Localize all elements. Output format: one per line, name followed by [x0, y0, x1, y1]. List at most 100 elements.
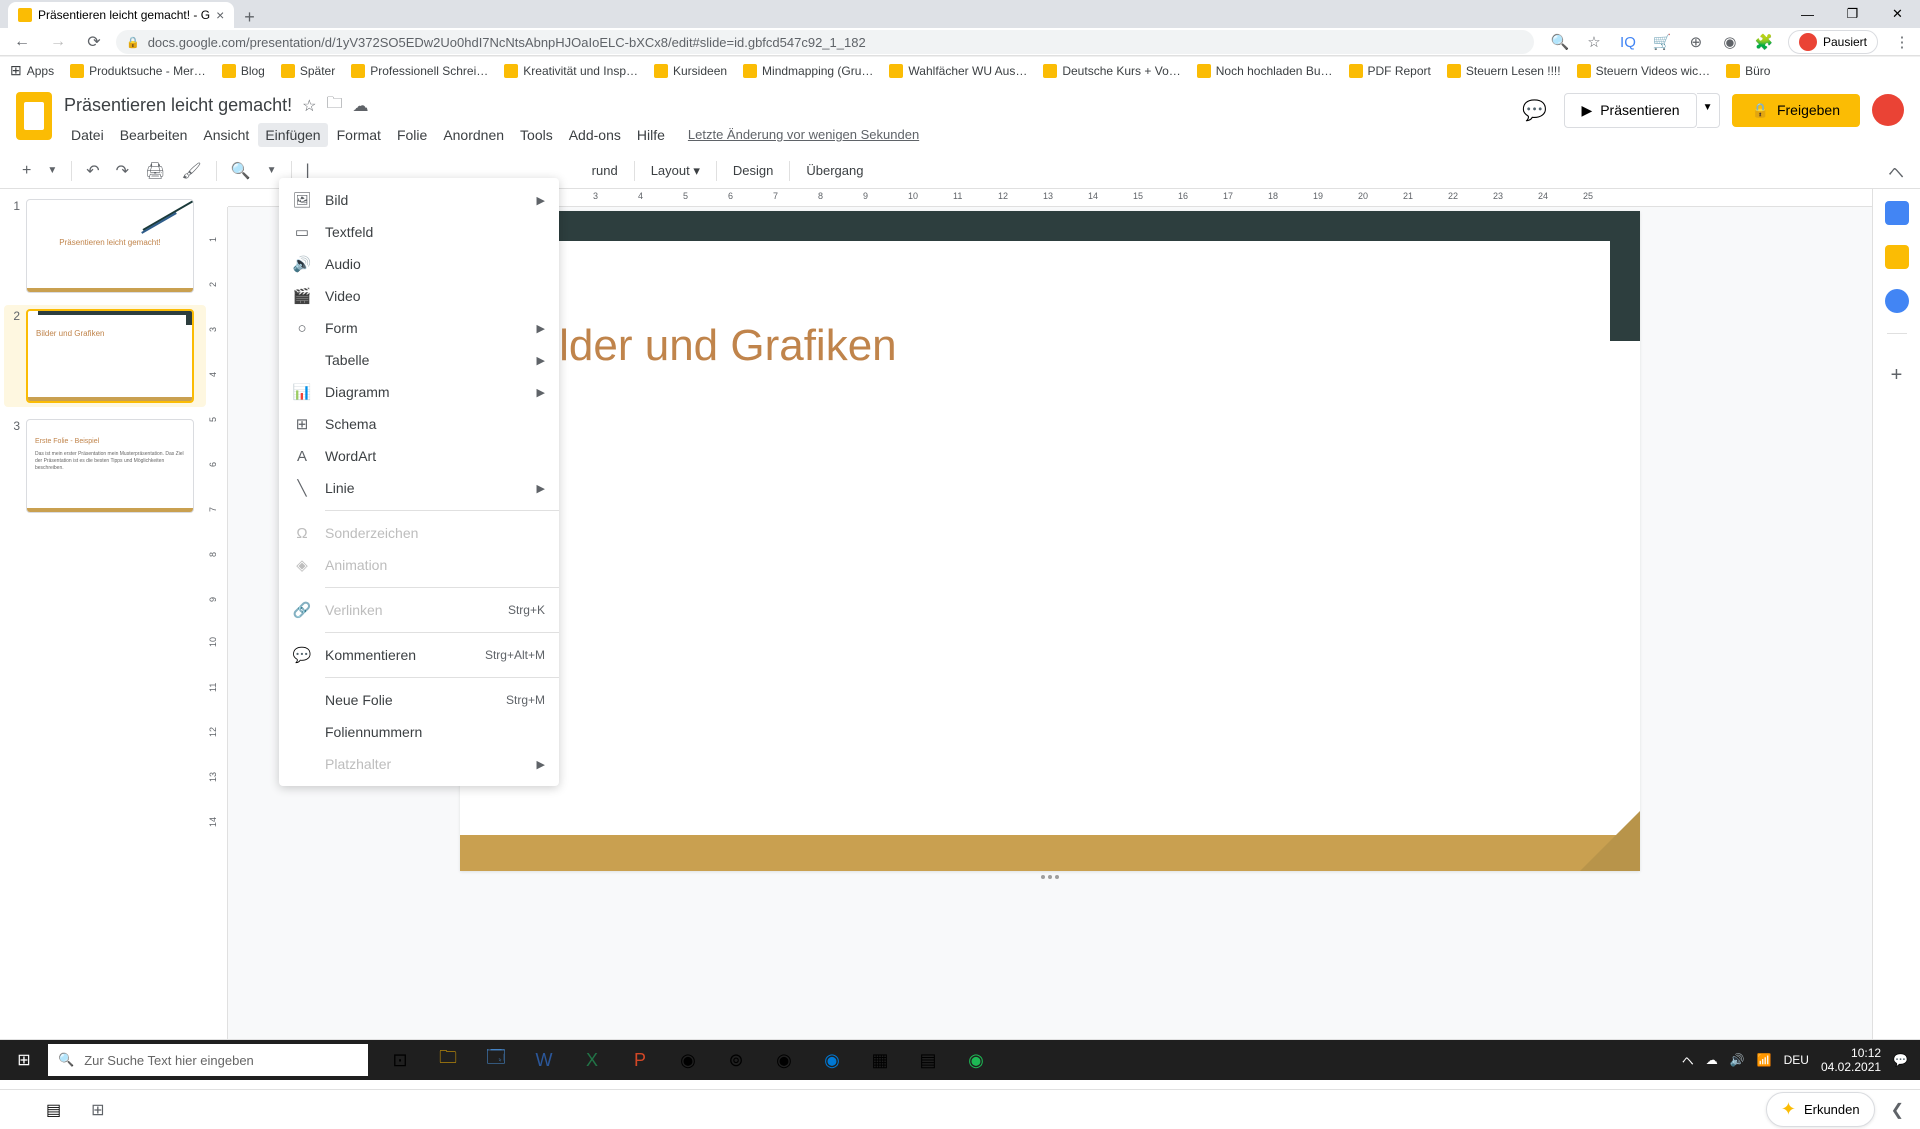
bookmark-item[interactable]: PDF Report [1349, 64, 1431, 78]
circle-icon[interactable]: ⊕ [1686, 32, 1706, 52]
obs-icon[interactable]: ⊚ [712, 1040, 760, 1080]
reload-button[interactable]: ⟳ [80, 28, 108, 56]
slide-canvas[interactable]: Bilder und Grafiken [460, 211, 1640, 871]
collapse-toolbar-icon[interactable]: ヘ [1888, 159, 1904, 183]
app-icon[interactable]: 🗔 [472, 1040, 520, 1080]
present-dropdown[interactable]: ▼ [1697, 93, 1720, 128]
bookmark-item[interactable]: Büro [1726, 64, 1770, 78]
undo-button[interactable]: ↶ [80, 157, 105, 185]
slide-title[interactable]: Bilder und Grafiken [520, 321, 897, 371]
insert-table[interactable]: Tabelle▶ [279, 344, 559, 376]
close-window-button[interactable]: ✕ [1875, 0, 1920, 28]
app-icon[interactable]: ▦ [856, 1040, 904, 1080]
menu-format[interactable]: Format [330, 123, 388, 147]
notifications-icon[interactable]: 💬 [1893, 1053, 1908, 1067]
menu-einfuegen[interactable]: Einfügen [258, 123, 327, 147]
bookmark-item[interactable]: Blog [222, 64, 265, 78]
expand-sidebar-button[interactable]: ❮ [1891, 1100, 1904, 1120]
menu-bearbeiten[interactable]: Bearbeiten [113, 123, 195, 147]
new-slide-button[interactable]: + [16, 158, 37, 184]
extension2-icon[interactable]: ◉ [1720, 32, 1740, 52]
network-icon[interactable]: 📶 [1757, 1053, 1772, 1067]
insert-slide-numbers[interactable]: Foliennummern [279, 716, 559, 748]
bookmark-item[interactable]: Steuern Videos wic… [1577, 64, 1711, 78]
volume-icon[interactable]: 🔊 [1730, 1053, 1745, 1067]
back-button[interactable]: ← [8, 28, 36, 56]
task-view-icon[interactable]: ⊡ [376, 1040, 424, 1080]
close-tab-icon[interactable]: × [216, 7, 224, 23]
insert-video[interactable]: 🎬Video [279, 280, 559, 312]
profile-paused-badge[interactable]: Pausiert [1788, 30, 1878, 54]
browser-tab[interactable]: Präsentieren leicht gemacht! - G × [8, 2, 234, 28]
bookmark-item[interactable]: Deutsche Kurs + Vo… [1043, 64, 1180, 78]
resize-handle[interactable] [1041, 875, 1059, 879]
spotify-icon[interactable]: ◉ [952, 1040, 1000, 1080]
present-button[interactable]: ▶ Präsentieren [1564, 93, 1696, 128]
insert-wordart[interactable]: AWordArt [279, 440, 559, 472]
bookmark-item[interactable]: Mindmapping (Gru… [743, 64, 873, 78]
menu-hilfe[interactable]: Hilfe [630, 123, 672, 147]
clock[interactable]: 10:12 04.02.2021 [1821, 1046, 1881, 1075]
chrome-icon[interactable]: ◉ [760, 1040, 808, 1080]
zoom-button[interactable]: 🔍 [225, 157, 257, 185]
share-button[interactable]: 🔒 Freigeben [1732, 94, 1860, 127]
new-tab-button[interactable]: + [234, 7, 265, 28]
bookmark-item[interactable]: Produktsuche - Mer… [70, 64, 206, 78]
insert-chart[interactable]: 📊Diagramm▶ [279, 376, 559, 408]
background-button[interactable]: rund [584, 159, 626, 182]
layout-button[interactable]: Layout ▾ [643, 159, 708, 183]
menu-anordnen[interactable]: Anordnen [436, 123, 511, 147]
bookmark-item[interactable]: Kursideen [654, 64, 727, 78]
edge-icon[interactable]: ◉ [808, 1040, 856, 1080]
slide-thumbnail-1[interactable]: Präsentieren leicht gemacht! [26, 199, 194, 293]
menu-addons[interactable]: Add-ons [562, 123, 628, 147]
menu-tools[interactable]: Tools [513, 123, 560, 147]
tasks-icon[interactable] [1885, 289, 1909, 313]
slide-thumbnail-2[interactable]: Bilder und Grafiken [26, 309, 194, 403]
slides-logo-icon[interactable] [16, 92, 52, 140]
new-slide-dropdown[interactable]: ▼ [41, 161, 63, 180]
slide-thumbnail-3[interactable]: Erste Folie - Beispiel Das ist mein erst… [26, 419, 194, 513]
paint-format-button[interactable]: 🖌 [175, 157, 207, 185]
insert-textbox[interactable]: ▭Textfeld [279, 216, 559, 248]
star-doc-icon[interactable]: ☆ [302, 96, 316, 116]
address-bar[interactable]: 🔒 docs.google.com/presentation/d/1yV372S… [116, 30, 1534, 54]
move-doc-icon[interactable]: 🗀 [326, 92, 342, 119]
redo-button[interactable]: ↷ [110, 157, 135, 185]
insert-shape[interactable]: ○Form▶ [279, 312, 559, 344]
word-icon[interactable]: W [520, 1040, 568, 1080]
onedrive-icon[interactable]: ☁ [1706, 1053, 1718, 1067]
menu-icon[interactable]: ⋮ [1892, 32, 1912, 52]
app-icon[interactable]: ▤ [904, 1040, 952, 1080]
keep-icon[interactable] [1885, 245, 1909, 269]
bookmark-item[interactable]: Wahlfächer WU Aus… [889, 64, 1027, 78]
apps-bookmark[interactable]: ⊞Apps [10, 62, 54, 79]
zoom-dropdown[interactable]: ▼ [261, 161, 283, 180]
comments-button[interactable]: 💬 [1516, 92, 1552, 128]
cart-icon[interactable]: 🛒 [1652, 32, 1672, 52]
star-icon[interactable]: ☆ [1584, 32, 1604, 52]
transition-button[interactable]: Übergang [798, 159, 871, 182]
insert-comment[interactable]: 💬KommentierenStrg+Alt+M [279, 639, 559, 671]
extensions-icon[interactable]: 🧩 [1754, 32, 1774, 52]
minimize-button[interactable]: ― [1785, 0, 1830, 28]
app-icon[interactable]: ◉ [664, 1040, 712, 1080]
bookmark-item[interactable]: Steuern Lesen !!!! [1447, 64, 1561, 78]
maximize-button[interactable]: ❐ [1830, 0, 1875, 28]
bookmark-item[interactable]: Später [281, 64, 335, 78]
bookmark-item[interactable]: Kreativität und Insp… [504, 64, 638, 78]
insert-line[interactable]: ╲Linie▶ [279, 472, 559, 504]
explore-button[interactable]: ✦ Erkunden [1766, 1092, 1875, 1127]
bookmark-item[interactable]: Professionell Schrei… [351, 64, 488, 78]
windows-search[interactable]: 🔍 Zur Suche Text hier eingeben [48, 1044, 368, 1076]
explorer-icon[interactable]: 🗀 [424, 1040, 472, 1080]
user-avatar[interactable] [1872, 94, 1904, 126]
insert-image[interactable]: 🖼Bild▶ [279, 184, 559, 216]
last-edit-info[interactable]: Letzte Änderung vor wenigen Sekunden [688, 123, 919, 147]
tray-chevron-icon[interactable]: ヘ [1682, 1052, 1694, 1069]
bookmark-item[interactable]: Noch hochladen Bu… [1197, 64, 1333, 78]
powerpoint-icon[interactable]: P [616, 1040, 664, 1080]
insert-diagram[interactable]: ⊞Schema [279, 408, 559, 440]
add-sidepanel-icon[interactable]: + [1891, 364, 1903, 387]
extension-icon[interactable]: IQ [1618, 32, 1638, 52]
